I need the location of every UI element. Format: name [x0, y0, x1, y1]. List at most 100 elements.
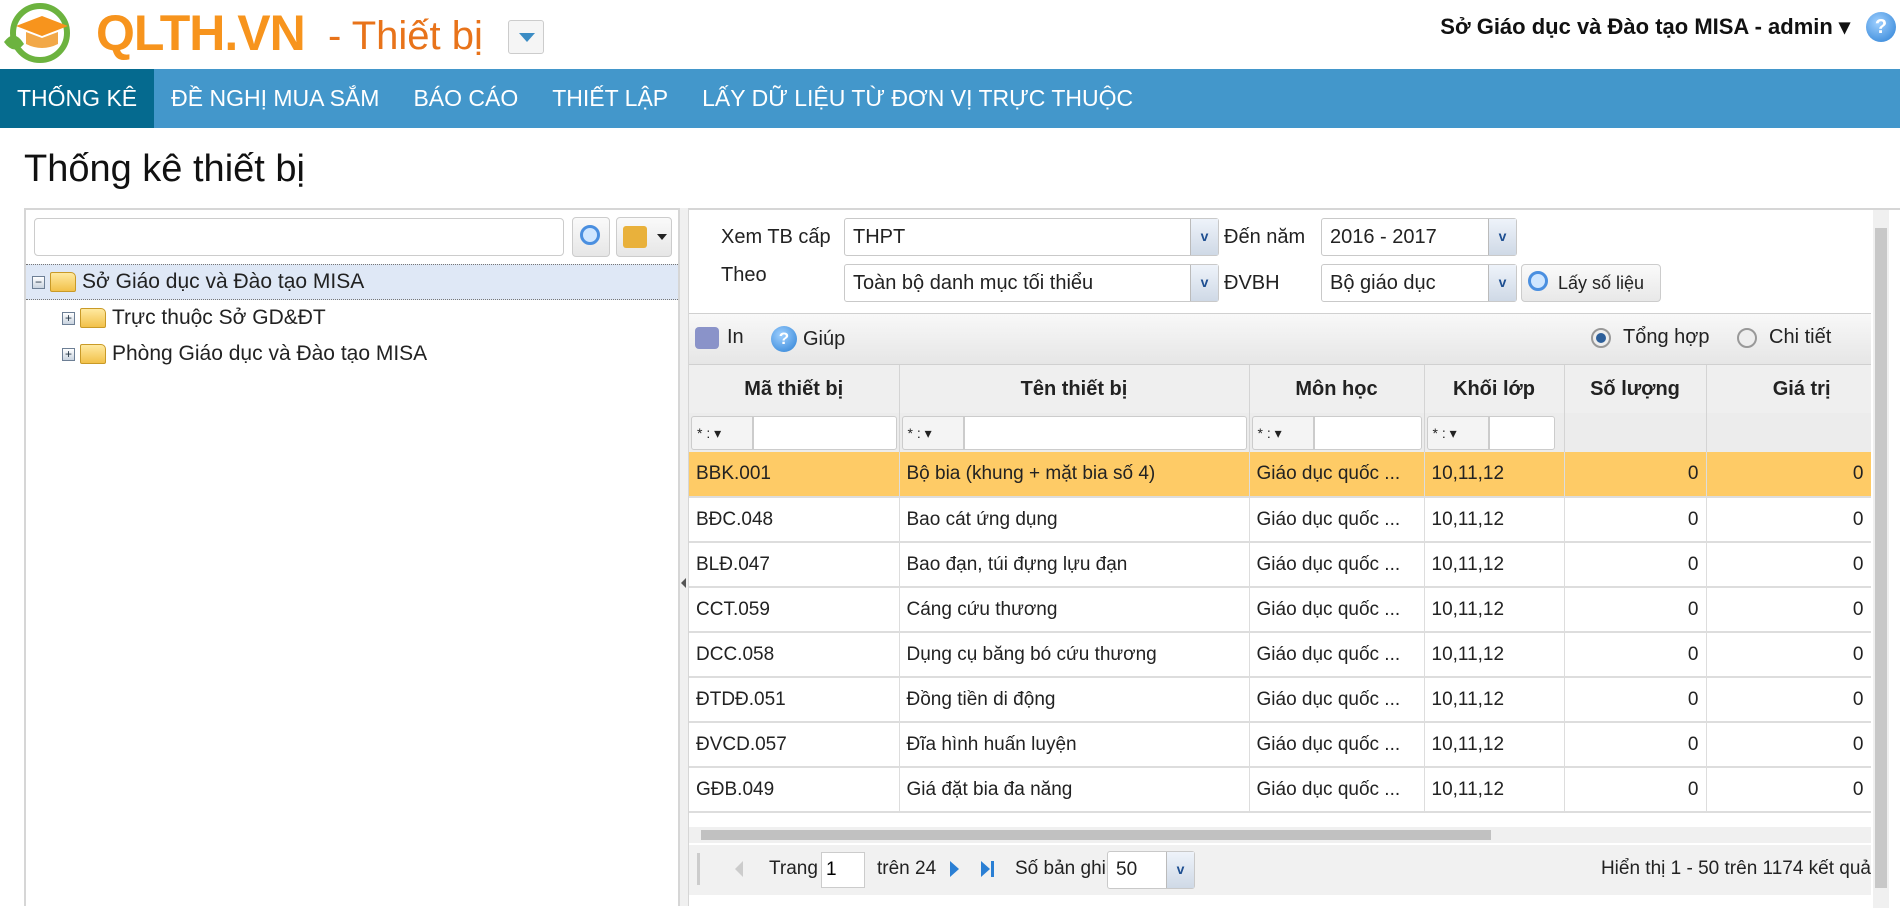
cell-subject: Giáo dục quốc ...: [1249, 497, 1425, 543]
horizontal-scrollbar[interactable]: [689, 827, 1871, 843]
cell-subject: Giáo dục quốc ...: [1249, 542, 1425, 588]
cell-subject: Giáo dục quốc ...: [1249, 452, 1425, 498]
cell-value: 0: [1706, 542, 1871, 588]
table-row[interactable]: ĐTDĐ.051 Đồng tiền di động Giáo dục quốc .…: [689, 677, 1871, 723]
column-header-value[interactable]: Giá trị: [1706, 365, 1871, 413]
table-row[interactable]: GĐB.049 Giá đặt bia đa năng Giáo dục quốc …: [689, 767, 1871, 813]
nav-thiet-lap[interactable]: THIẾT LẬP: [535, 69, 685, 128]
last-page-icon[interactable]: [977, 853, 999, 885]
chevron-down-icon: v: [1190, 265, 1218, 301]
page-size-label: Số bản ghi: [1015, 858, 1106, 879]
summary-radio[interactable]: Tổng hợp: [1591, 326, 1710, 349]
filter-operator[interactable]: * : ▾: [1426, 415, 1489, 450]
cell-grade: 10,11,12: [1424, 677, 1565, 723]
table-row[interactable]: DCC.058 Dụng cụ băng bó cứu thương Giáo dụ…: [689, 632, 1871, 678]
table-row[interactable]: BBK.001 Bộ bia (khung + mặt bia số 4) Giáo…: [689, 452, 1871, 498]
panel-splitter[interactable]: [680, 208, 688, 906]
cell-grade: 10,11,12: [1424, 542, 1565, 588]
level-value: THPT: [853, 226, 906, 248]
cell-name: Dụng cụ băng bó cứu thương: [899, 632, 1250, 678]
nav-lay-du-lieu[interactable]: LẤY DỮ LIỆU TỪ ĐƠN VỊ TRỰC THUỘC: [685, 69, 1150, 128]
filter-input-subject[interactable]: [1313, 415, 1422, 450]
filter-cell-empty: [1706, 413, 1871, 452]
tree-node-root[interactable]: − Sở Giáo dục và Đào tạo MISA: [32, 270, 364, 294]
page-input[interactable]: [821, 852, 865, 888]
scroll-thumb[interactable]: [701, 830, 1491, 840]
cell-code: ĐTDĐ.051: [689, 677, 900, 723]
chevron-down-icon: [657, 234, 667, 240]
filter-operator[interactable]: * : ▾: [901, 415, 964, 450]
by-select[interactable]: Toàn bộ danh mục tối thiểu v: [844, 264, 1219, 302]
cell-value: 0: [1706, 767, 1871, 813]
user-menu[interactable]: Sở Giáo dục và Đào tạo MISA - admin ▾: [1440, 14, 1850, 40]
search-button[interactable]: [572, 217, 610, 257]
filter-cell-grade: * : ▾: [1424, 413, 1565, 452]
tools-menu-button[interactable]: [616, 217, 672, 257]
page-size-select[interactable]: 50 v: [1107, 851, 1195, 889]
summary-label: Tổng hợp: [1623, 326, 1710, 348]
table-row[interactable]: BĐC.048 Bao cát ứng dụng Giáo dục quốc ...…: [689, 497, 1871, 543]
year-select[interactable]: 2016 - 2017 v: [1321, 218, 1517, 256]
table-row[interactable]: ĐVCD.057 Đĩa hình huấn luyện Giáo dục quốc…: [689, 722, 1871, 768]
filter-operator[interactable]: * : ▾: [1251, 415, 1314, 450]
vertical-scrollbar[interactable]: [1873, 210, 1889, 908]
nav-thong-ke[interactable]: THỐNG KÊ: [0, 69, 155, 128]
collapse-icon[interactable]: −: [32, 275, 45, 289]
page-title: Thống kê thiết bị: [24, 148, 305, 190]
detail-radio[interactable]: Chi tiết: [1737, 326, 1831, 349]
filter-cell-subject: * : ▾: [1249, 413, 1425, 452]
column-header-code[interactable]: Mã thiết bị: [689, 365, 900, 413]
column-header-quantity[interactable]: Số lượng: [1564, 365, 1707, 413]
cell-code: BĐC.048: [689, 497, 900, 543]
tree-node-label: Phòng Giáo dục và Đào tạo MISA: [112, 342, 428, 365]
radio-selected-icon[interactable]: [1591, 327, 1611, 348]
scroll-thumb[interactable]: [1875, 228, 1887, 888]
tree-node-label: Sở Giáo dục và Đào tạo MISA: [82, 270, 365, 293]
column-header-subject[interactable]: Môn học: [1249, 365, 1425, 413]
app-switch-dropdown[interactable]: [508, 20, 544, 54]
prev-page-icon[interactable]: [729, 853, 751, 885]
unit-value: Bộ giáo dục: [1330, 272, 1436, 294]
help-button[interactable]: ? Giúp: [771, 326, 845, 352]
column-header-grade[interactable]: Khối lớp: [1424, 365, 1565, 413]
cell-quantity: 0: [1564, 632, 1707, 678]
expand-icon[interactable]: +: [62, 347, 75, 361]
stats-panel: Xem TB cấp THPT v Đến năm 2016 - 2017 v Th…: [688, 208, 1900, 908]
cell-code: ĐVCD.057: [689, 722, 900, 768]
table-row[interactable]: BLĐ.047 Bao đạn, túi đựng lựu đạn Giáo dục…: [689, 542, 1871, 588]
get-data-button[interactable]: Lấy số liệu: [1521, 264, 1661, 302]
page-label: Trang: [769, 858, 818, 879]
cell-name: Bao đạn, túi đựng lựu đạn: [899, 542, 1250, 588]
equipment-grid: Mã thiết bị Tên thiết bị Môn học Khối lớ…: [689, 365, 1871, 877]
filter-operator[interactable]: * : ▾: [691, 415, 753, 450]
help-icon[interactable]: ?: [1866, 12, 1896, 42]
main-nav: THỐNG KÊ ĐỀ NGHỊ MUA SẮM BÁO CÁO THIẾT L…: [0, 69, 1900, 128]
tree-node[interactable]: + Phòng Giáo dục và Đào tạo MISA: [62, 342, 427, 366]
search-icon: [580, 225, 600, 245]
print-button[interactable]: In: [695, 326, 744, 349]
filter-input-grade[interactable]: [1488, 415, 1555, 450]
by-label: Theo: [721, 264, 767, 286]
cell-grade: 10,11,12: [1424, 767, 1565, 813]
next-page-icon[interactable]: [944, 853, 966, 885]
cell-value: 0: [1706, 722, 1871, 768]
tree-node[interactable]: + Trực thuộc Sở GD&ĐT: [62, 306, 326, 330]
page-size-value: 50: [1116, 859, 1138, 880]
nav-de-nghi-mua-sam[interactable]: ĐỀ NGHỊ MUA SẮM: [154, 69, 396, 128]
radio-icon[interactable]: [1737, 327, 1757, 348]
unit-select[interactable]: Bộ giáo dục v: [1321, 264, 1517, 302]
expand-icon[interactable]: +: [62, 311, 75, 325]
table-row[interactable]: CCT.059 Cáng cứu thương Giáo dục quốc ... 1…: [689, 587, 1871, 633]
column-header-name[interactable]: Tên thiết bị: [899, 365, 1250, 413]
cell-name: Giá đặt bia đa năng: [899, 767, 1250, 813]
filter-input-name[interactable]: [963, 415, 1247, 450]
level-select[interactable]: THPT v: [844, 218, 1219, 256]
first-page-icon[interactable]: [697, 853, 719, 885]
filter-input-code[interactable]: [753, 415, 897, 450]
cell-code: BLĐ.047: [689, 542, 900, 588]
cell-quantity: 0: [1564, 542, 1707, 588]
cell-grade: 10,11,12: [1424, 632, 1565, 678]
nav-bao-cao[interactable]: BÁO CÁO: [396, 69, 535, 128]
tree-search-input[interactable]: [34, 218, 564, 256]
unit-label: ĐVBH: [1224, 272, 1280, 294]
